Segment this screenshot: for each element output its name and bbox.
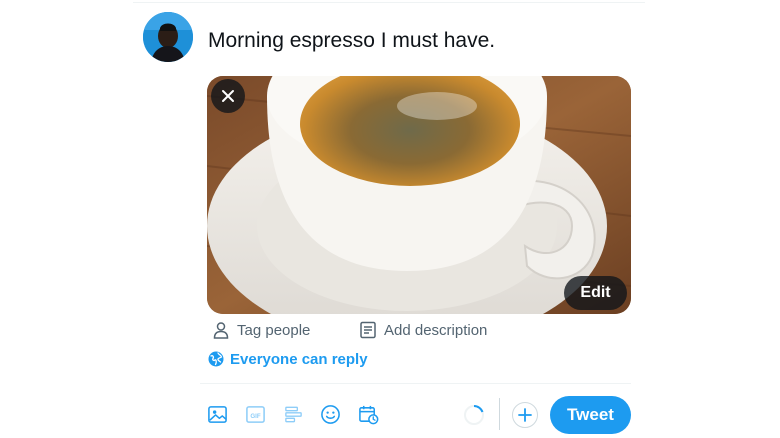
person-icon bbox=[213, 322, 229, 339]
add-tweet-button[interactable] bbox=[512, 402, 538, 428]
media-icon bbox=[207, 405, 227, 423]
globe-icon bbox=[208, 351, 224, 367]
avatar-image bbox=[143, 12, 193, 62]
top-divider bbox=[133, 2, 645, 3]
espresso-photo bbox=[207, 76, 631, 314]
emoji-icon bbox=[320, 404, 340, 424]
character-count-ring bbox=[464, 404, 484, 425]
toolbar-separator bbox=[499, 398, 500, 430]
schedule-icon bbox=[358, 405, 378, 424]
close-icon bbox=[222, 90, 234, 102]
remove-media-button[interactable] bbox=[211, 79, 245, 113]
reply-setting-label: Everyone can reply bbox=[230, 350, 368, 368]
plus-icon bbox=[518, 408, 532, 422]
media-attachment[interactable] bbox=[207, 76, 631, 314]
tweet-button[interactable]: Tweet bbox=[550, 396, 631, 434]
tweet-text[interactable]: Morning espresso I must have. bbox=[208, 28, 495, 54]
edit-media-button[interactable]: Edit bbox=[564, 276, 627, 310]
reply-setting-button[interactable]: Everyone can reply bbox=[208, 349, 368, 369]
gif-button[interactable]: GIF bbox=[243, 402, 267, 426]
poll-button[interactable] bbox=[281, 402, 305, 426]
tag-people-label: Tag people bbox=[237, 321, 311, 339]
emoji-button[interactable] bbox=[318, 402, 342, 426]
add-description-label: Add description bbox=[384, 321, 488, 339]
poll-icon bbox=[284, 406, 302, 422]
add-description-button[interactable]: Add description bbox=[359, 320, 487, 340]
toolbar-divider bbox=[200, 383, 631, 384]
description-icon bbox=[360, 321, 376, 339]
avatar[interactable] bbox=[143, 12, 193, 62]
gif-text: GIF bbox=[250, 412, 261, 419]
schedule-button[interactable] bbox=[356, 402, 380, 426]
tag-people-button[interactable]: Tag people bbox=[212, 320, 310, 340]
media-button[interactable] bbox=[205, 402, 229, 426]
gif-icon: GIF bbox=[245, 405, 265, 423]
